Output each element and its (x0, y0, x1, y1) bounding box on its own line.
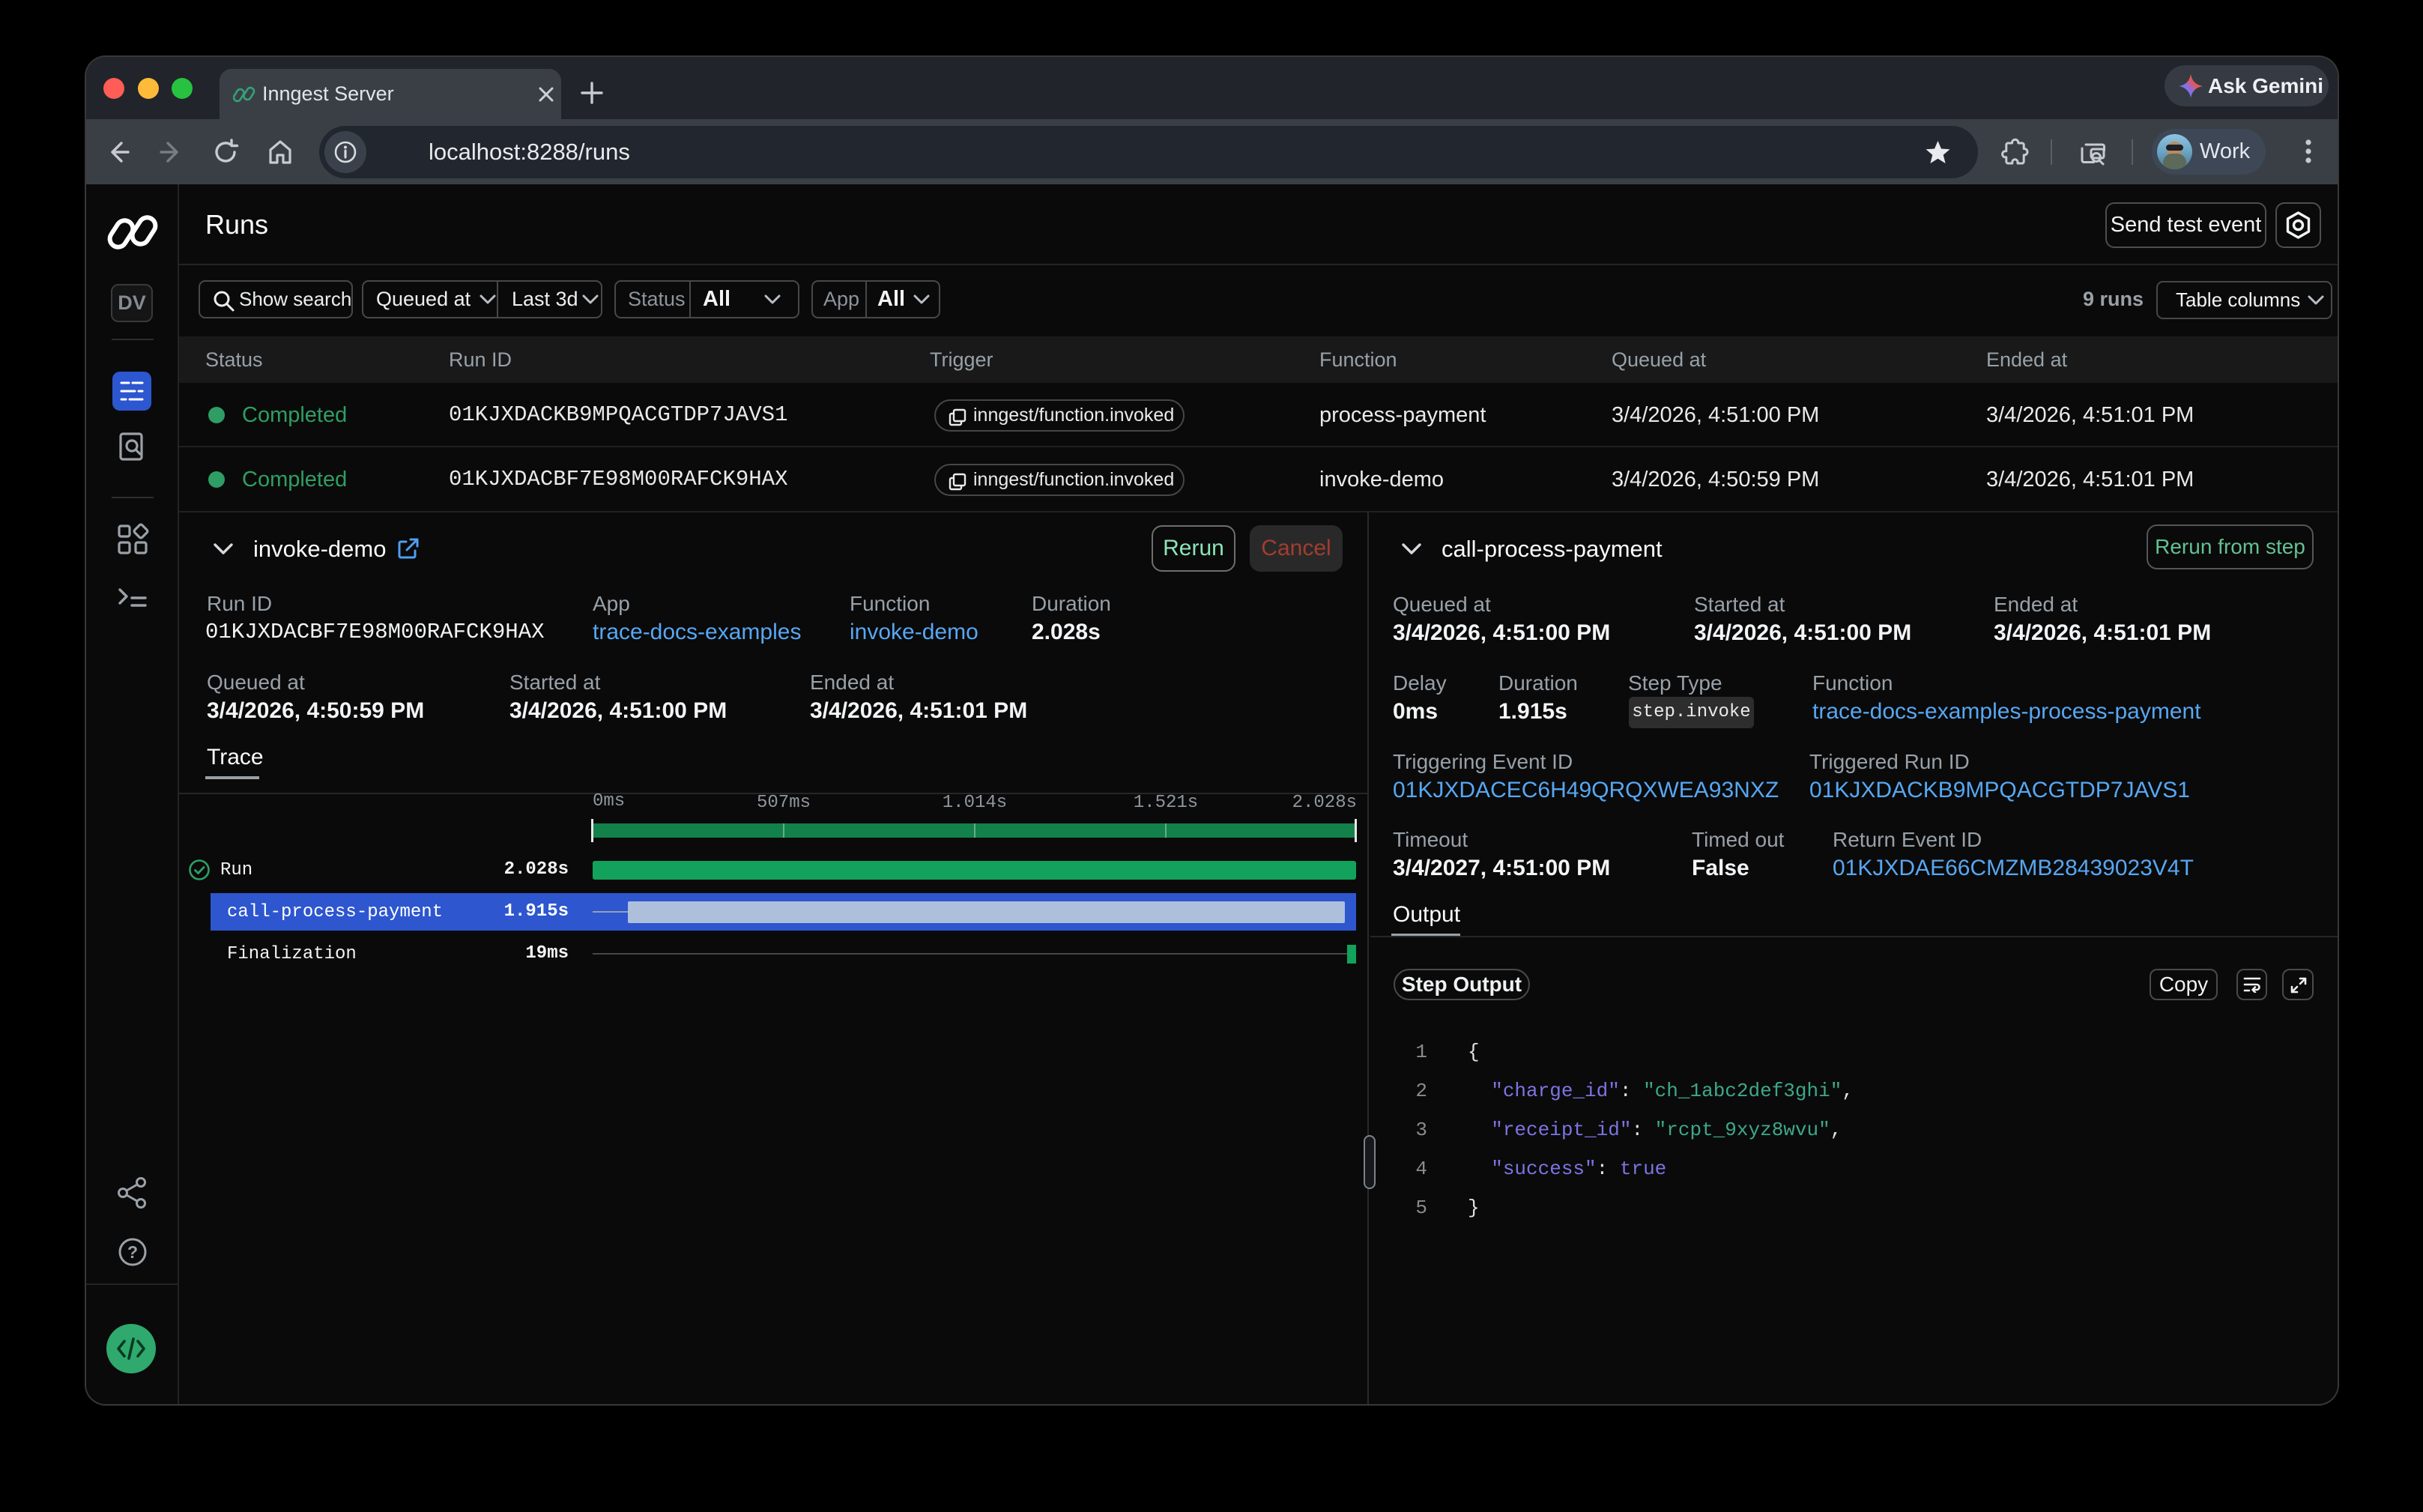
svg-text:?: ? (127, 1242, 138, 1262)
